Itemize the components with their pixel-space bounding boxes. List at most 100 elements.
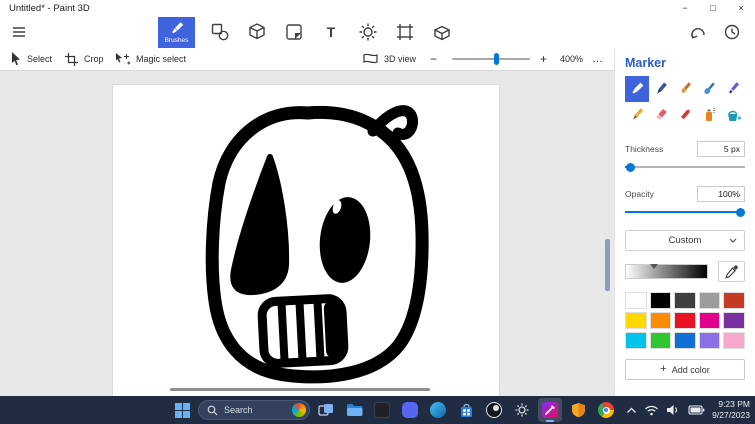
crop-button[interactable]: Crop (64, 48, 104, 70)
obs-button[interactable] (482, 398, 506, 422)
palette-dropdown-value: Custom (668, 235, 702, 246)
task-view-button[interactable] (314, 398, 338, 422)
select-label: Select (27, 54, 53, 64)
file-explorer-button[interactable] (342, 398, 366, 422)
color-swatch[interactable] (625, 292, 647, 309)
brush-fill[interactable] (721, 102, 745, 128)
main-toolbar: Brushes T (0, 16, 755, 48)
color-swatch[interactable] (625, 332, 647, 349)
brush-calligraphy-pen[interactable] (649, 76, 673, 102)
terminal-button[interactable] (370, 398, 394, 422)
text-icon: T (326, 24, 336, 40)
zoom-slider-thumb[interactable] (494, 53, 499, 65)
volume-icon[interactable] (666, 404, 681, 416)
color-swatch[interactable] (649, 312, 672, 329)
vertical-scrollbar[interactable] (605, 239, 610, 291)
zoom-slider[interactable] (452, 53, 530, 65)
menu-button[interactable] (10, 24, 28, 40)
discord-button[interactable] (398, 398, 422, 422)
zoom-in-button[interactable]: + (540, 48, 547, 70)
opacity-slider-thumb[interactable] (736, 207, 745, 217)
history-button[interactable] (721, 21, 743, 43)
thickness-slider[interactable] (625, 161, 745, 173)
tab-stickers[interactable] (282, 17, 306, 47)
magic-select-label: Magic select (136, 54, 187, 64)
file-explorer-icon (346, 404, 362, 416)
opacity-input[interactable]: 100% (697, 186, 745, 202)
close-button[interactable]: × (727, 0, 755, 16)
thickness-input[interactable]: 5 px (697, 141, 745, 157)
tab-brushes-label: Brushes (164, 37, 189, 44)
color-swatch[interactable] (698, 332, 721, 349)
paint3d-app-button[interactable] (538, 398, 562, 422)
chrome-button[interactable] (594, 398, 618, 422)
color-swatch[interactable] (674, 312, 696, 329)
minimize-button[interactable]: − (671, 0, 699, 16)
tab-3d-shapes[interactable] (245, 17, 269, 47)
brush-pencil[interactable] (625, 102, 649, 128)
3d-library-icon (433, 25, 451, 41)
wifi-icon[interactable] (644, 404, 659, 416)
color-swatch[interactable] (723, 312, 745, 329)
shade-marker[interactable] (650, 264, 659, 269)
window-controls: − □ × (671, 0, 755, 16)
more-options-button[interactable]: … (592, 48, 603, 70)
shade-gradient-bar[interactable] (625, 264, 708, 279)
settings-button[interactable] (510, 398, 534, 422)
opacity-label: Opacity (625, 189, 654, 199)
drawing-canvas[interactable] (113, 85, 499, 396)
tab-canvas[interactable] (393, 17, 417, 47)
titlebar: Untitled* - Paint 3D − □ × (0, 0, 755, 16)
undo-button[interactable] (687, 21, 709, 43)
clock-time: 9:23 PM (718, 398, 750, 409)
color-swatch[interactable] (698, 292, 721, 309)
color-swatch[interactable] (723, 292, 745, 309)
edge-button[interactable] (426, 398, 450, 422)
thickness-slider-thumb[interactable] (626, 162, 636, 172)
brush-spray-can[interactable] (697, 102, 721, 128)
task-view-icon (318, 404, 333, 416)
3d-view-button[interactable]: 3D view (362, 48, 416, 70)
brush-watercolour[interactable] (697, 76, 721, 102)
defender-button[interactable] (566, 398, 590, 422)
color-swatch[interactable] (674, 332, 696, 349)
color-swatch[interactable] (723, 332, 745, 349)
chevron-up-icon[interactable] (626, 407, 637, 414)
color-swatch[interactable] (649, 292, 672, 309)
color-swatch[interactable] (625, 312, 647, 329)
search-box[interactable]: Search (198, 400, 310, 420)
brush-eraser[interactable] (649, 102, 673, 128)
clock-date: 9/27/2023 (712, 410, 750, 420)
add-color-button[interactable]: + Add color (625, 359, 745, 380)
start-button[interactable] (170, 398, 194, 422)
color-palette (625, 292, 745, 349)
color-swatch[interactable] (649, 332, 672, 349)
shade-row (625, 261, 745, 282)
palette-dropdown[interactable]: Custom (625, 230, 745, 251)
select-button[interactable]: Select (8, 48, 52, 70)
brush-pixel-pen[interactable] (721, 76, 745, 102)
tab-2d-shapes[interactable] (208, 17, 232, 47)
tab-effects[interactable] (356, 17, 380, 47)
tab-text[interactable]: T (319, 17, 343, 47)
maximize-button[interactable]: □ (699, 0, 727, 16)
pixel-pen-icon (728, 82, 740, 94)
obs-icon (486, 402, 502, 418)
menu-icon (13, 27, 25, 37)
magic-select-button[interactable]: Magic select (114, 48, 186, 70)
zoom-out-button[interactable]: − (430, 48, 437, 70)
brush-marker[interactable] (625, 76, 649, 102)
tab-3d-library[interactable] (430, 17, 454, 47)
battery-icon[interactable] (688, 404, 705, 416)
color-swatch[interactable] (674, 292, 696, 309)
opacity-slider[interactable] (625, 206, 745, 218)
store-button[interactable] (454, 398, 478, 422)
brush-crayon[interactable] (673, 102, 697, 128)
tab-brushes[interactable]: Brushes (158, 17, 195, 48)
color-swatch[interactable] (698, 312, 721, 329)
horizontal-scrollbar[interactable] (170, 388, 430, 391)
clock[interactable]: 9:23 PM 9/27/2023 (712, 399, 750, 421)
brush-oil-brush[interactable] (673, 76, 697, 102)
eyedropper-button[interactable] (718, 261, 745, 282)
add-color-label: Add color (671, 364, 710, 375)
